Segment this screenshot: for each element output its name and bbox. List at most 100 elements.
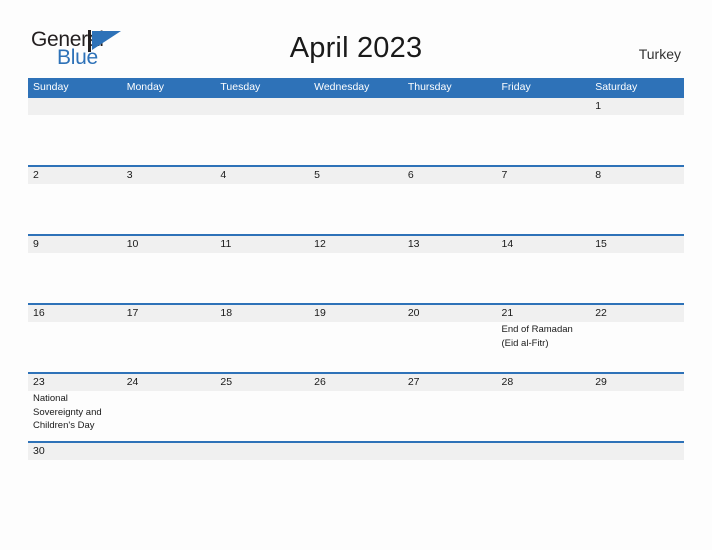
day-cell[interactable] (122, 98, 216, 115)
day-cell[interactable]: 4 (215, 167, 309, 184)
day-cell[interactable]: 5 (309, 167, 403, 184)
day-cell[interactable] (122, 443, 216, 460)
day-event-slot[interactable] (497, 253, 591, 303)
day-cell[interactable]: 1 (590, 98, 684, 115)
day-event-slot[interactable] (122, 322, 216, 372)
day-cell[interactable]: 6 (403, 167, 497, 184)
day-event-slot[interactable] (28, 322, 122, 372)
day-cell[interactable]: 19 (309, 305, 403, 322)
date-number: 17 (126, 307, 139, 319)
day-event-slot[interactable] (403, 391, 497, 441)
day-cell[interactable] (309, 98, 403, 115)
weekday-header-cell: Friday (497, 78, 591, 96)
weekday-label-saturday: Saturday (595, 81, 638, 93)
day-event-slot[interactable] (497, 460, 591, 474)
day-event-slot-holiday[interactable]: National Sovereignty and Children's Day (28, 391, 122, 441)
day-cell[interactable]: 18 (215, 305, 309, 322)
day-cell[interactable]: 9 (28, 236, 122, 253)
day-cell[interactable]: 12 (309, 236, 403, 253)
day-event-slot[interactable] (403, 253, 497, 303)
date-number: 20 (407, 307, 420, 319)
day-event-slot-holiday[interactable]: End of Ramadan (Eid al-Fitr) (497, 322, 591, 372)
day-event-slot[interactable] (309, 391, 403, 441)
day-event-slot[interactable] (309, 184, 403, 234)
day-event-slot[interactable] (590, 322, 684, 372)
day-event-slot[interactable] (122, 184, 216, 234)
day-event-slot[interactable] (122, 253, 216, 303)
day-event-slot[interactable] (215, 460, 309, 474)
day-cell[interactable] (497, 443, 591, 460)
day-cell[interactable]: 7 (497, 167, 591, 184)
day-event-slot[interactable] (28, 460, 122, 474)
day-event-slot[interactable] (309, 253, 403, 303)
date-number: 5 (314, 169, 320, 181)
date-number: 24 (126, 376, 139, 388)
day-cell[interactable] (403, 443, 497, 460)
day-cell[interactable]: 13 (403, 236, 497, 253)
day-event-slot[interactable] (590, 460, 684, 474)
date-number: 11 (220, 238, 232, 250)
day-event-slot[interactable] (28, 115, 122, 165)
day-cell[interactable]: 24 (122, 374, 216, 391)
day-event-slot[interactable] (403, 115, 497, 165)
day-cell[interactable]: 21 (497, 305, 591, 322)
calendar-week-row: 30 (28, 441, 684, 474)
day-cell[interactable] (403, 98, 497, 115)
day-cell[interactable]: 23 (28, 374, 122, 391)
day-event-slot[interactable] (309, 460, 403, 474)
date-number: 3 (126, 169, 133, 181)
weekday-header-row: Sunday Monday Tuesday Wednesday Thursday… (28, 78, 684, 96)
day-event-slot[interactable] (403, 460, 497, 474)
day-event-slot[interactable] (215, 253, 309, 303)
day-cell[interactable]: 17 (122, 305, 216, 322)
day-event-slot[interactable] (215, 322, 309, 372)
day-cell[interactable]: 11 (215, 236, 309, 253)
day-cell[interactable]: 20 (403, 305, 497, 322)
day-event-slot[interactable] (590, 184, 684, 234)
day-event-slot[interactable] (403, 184, 497, 234)
day-event-slot[interactable] (590, 391, 684, 441)
day-event-slot[interactable] (122, 460, 216, 474)
day-cell[interactable]: 26 (309, 374, 403, 391)
date-number: 27 (407, 376, 420, 388)
day-cell[interactable] (215, 443, 309, 460)
day-event-slot[interactable] (590, 115, 684, 165)
date-number: 4 (220, 169, 227, 181)
day-event-slot[interactable] (590, 253, 684, 303)
day-event-slot[interactable] (28, 184, 122, 234)
date-number: 19 (314, 307, 326, 319)
day-cell[interactable]: 22 (590, 305, 684, 322)
day-event-slot[interactable] (215, 184, 309, 234)
day-cell[interactable]: 15 (590, 236, 684, 253)
date-number: 2 (33, 169, 39, 181)
day-event-slot[interactable] (122, 115, 216, 165)
weekday-label-sunday: Sunday (33, 81, 69, 93)
day-event-slot[interactable] (309, 322, 403, 372)
day-event-slot[interactable] (309, 115, 403, 165)
week-event-band (28, 253, 684, 303)
day-cell[interactable]: 28 (497, 374, 591, 391)
day-cell[interactable] (590, 443, 684, 460)
day-cell[interactable]: 25 (215, 374, 309, 391)
day-cell[interactable]: 8 (590, 167, 684, 184)
day-cell[interactable] (28, 98, 122, 115)
day-event-slot[interactable] (28, 253, 122, 303)
day-event-slot[interactable] (403, 322, 497, 372)
day-cell[interactable] (215, 98, 309, 115)
day-cell[interactable]: 14 (497, 236, 591, 253)
day-event-slot[interactable] (122, 391, 216, 441)
day-event-slot[interactable] (497, 391, 591, 441)
day-event-slot[interactable] (215, 391, 309, 441)
day-cell[interactable]: 30 (28, 443, 122, 460)
day-cell[interactable]: 10 (122, 236, 216, 253)
day-cell[interactable] (309, 443, 403, 460)
day-cell[interactable]: 16 (28, 305, 122, 322)
day-cell[interactable]: 27 (403, 374, 497, 391)
day-cell[interactable]: 29 (590, 374, 684, 391)
day-cell[interactable]: 3 (122, 167, 216, 184)
day-event-slot[interactable] (215, 115, 309, 165)
day-cell[interactable]: 2 (28, 167, 122, 184)
day-event-slot[interactable] (497, 115, 591, 165)
day-cell[interactable] (497, 98, 591, 115)
day-event-slot[interactable] (497, 184, 591, 234)
